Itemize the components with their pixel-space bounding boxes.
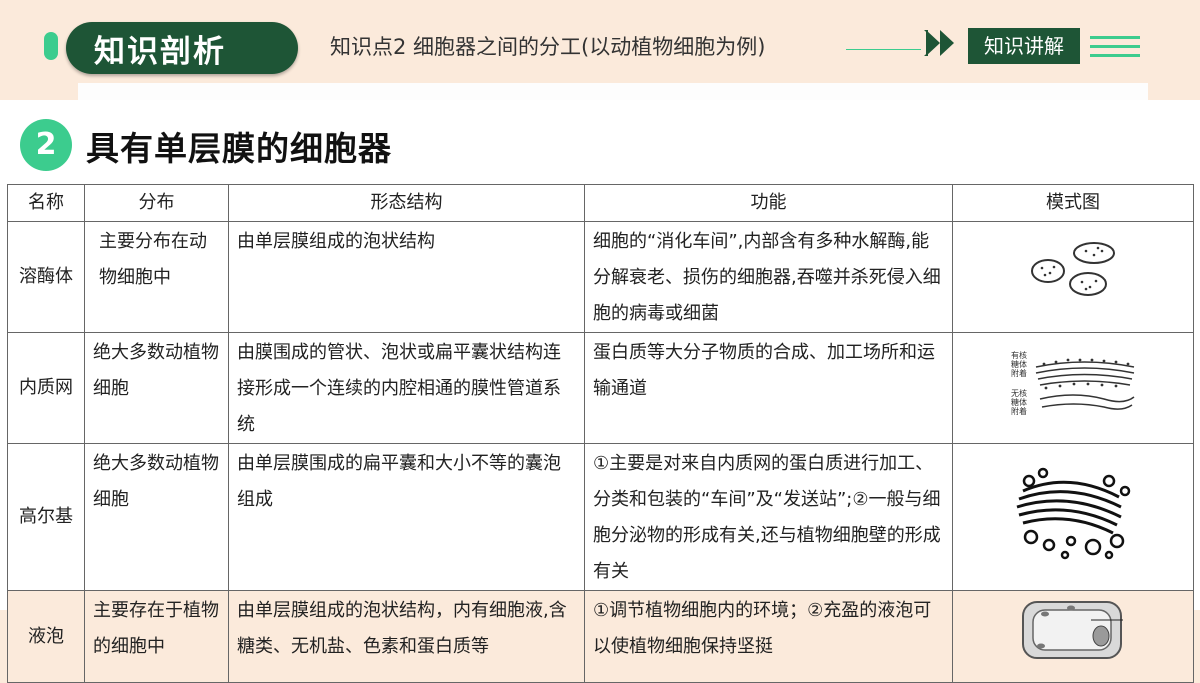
organelle-name: 液泡 (7, 590, 85, 683)
function-cell: ①调节植物细胞内的环境；②充盈的液泡可以使植物细胞保持坚挺 (584, 590, 953, 683)
golgi-diagram (952, 443, 1194, 591)
double-arrow-icon (924, 30, 954, 56)
golgi-diagram-icon (1016, 467, 1131, 559)
organelle-name: 溶酶体 (7, 221, 85, 333)
er-diagram: 有核糖体附着 无核糖体附着 (952, 332, 1194, 444)
vacuole-diagram (952, 590, 1194, 683)
function-cell: ①主要是对来自内质网的蛋白质进行加工、分类和包装的“车间”及“发送站”;②一般与… (584, 443, 953, 591)
er-label-rough: 有核糖体附着 (1011, 351, 1027, 378)
column-header: 功能 (584, 184, 953, 222)
topic-divider (846, 49, 921, 50)
vacuole-diagram-icon (1022, 601, 1123, 659)
table-row: 液泡 主要存在于植物的细胞中 由单层膜组成的泡状结构，内有细胞液,含糖类、无机盐… (7, 590, 1194, 683)
structure-cell: 由单层膜组成的泡状结构，内有细胞液,含糖类、无机盐、色素和蛋白质等 (228, 590, 585, 683)
organelle-name: 内质网 (7, 332, 85, 444)
section-badge-label: 知识剖析 (94, 34, 226, 70)
topic-title: 知识点2 细胞器之间的分工(以动植物细胞为例) (330, 35, 766, 59)
table-header-row: 名称 分布 形态结构 功能 模式图 (7, 184, 1194, 222)
section-badge: 知识剖析 (66, 22, 298, 74)
section-title: 具有单层膜的细胞器 (86, 129, 392, 168)
organelle-name: 高尔基 (7, 443, 85, 591)
organelle-table: 名称 分布 形态结构 功能 模式图 溶酶体 主要分布在动物细胞中 由单层膜组成的… (7, 184, 1194, 683)
er-label-smooth: 无核糖体附着 (1011, 389, 1027, 416)
function-cell: 蛋白质等大分子物质的合成、加工场所和运输通道 (584, 332, 953, 444)
lysosome-diagram-icon (1031, 241, 1115, 296)
distribution-cell: 主要存在于植物的细胞中 (84, 590, 229, 683)
menu-icon[interactable] (1090, 36, 1140, 60)
column-header: 模式图 (952, 184, 1194, 222)
column-header: 形态结构 (228, 184, 585, 222)
table-row: 溶酶体 主要分布在动物细胞中 由单层膜组成的泡状结构 细胞的“消化车间”,内部含… (7, 221, 1194, 333)
section-number: 2 (20, 119, 72, 171)
column-header: 分布 (84, 184, 229, 222)
function-cell: 细胞的“消化车间”,内部含有多种水解酶,能分解衰老、损伤的细胞器,吞噬并杀死侵入… (584, 221, 953, 333)
structure-cell: 由膜围成的管状、泡状或扁平囊状结构连接形成一个连续的内腔相通的膜性管道系统 (228, 332, 585, 444)
logo-pill-icon (44, 32, 58, 60)
structure-cell: 由单层膜围成的扁平囊和大小不等的囊泡组成 (228, 443, 585, 591)
explain-button[interactable]: 知识讲解 (968, 28, 1080, 64)
er-diagram-icon (1035, 358, 1135, 410)
table-row: 内质网 绝大多数动植物细胞 由膜围成的管状、泡状或扁平囊状结构连接形成一个连续的… (7, 332, 1194, 444)
column-header: 名称 (7, 184, 85, 222)
distribution-cell: 绝大多数动植物细胞 (84, 332, 229, 444)
structure-cell: 由单层膜组成的泡状结构 (228, 221, 585, 333)
distribution-cell: 主要分布在动物细胞中 (84, 221, 229, 333)
distribution-cell: 绝大多数动植物细胞 (84, 443, 229, 591)
table-row: 高尔基 绝大多数动植物细胞 由单层膜围成的扁平囊和大小不等的囊泡组成 ①主要是对… (7, 443, 1194, 591)
lysosome-diagram (952, 221, 1194, 333)
